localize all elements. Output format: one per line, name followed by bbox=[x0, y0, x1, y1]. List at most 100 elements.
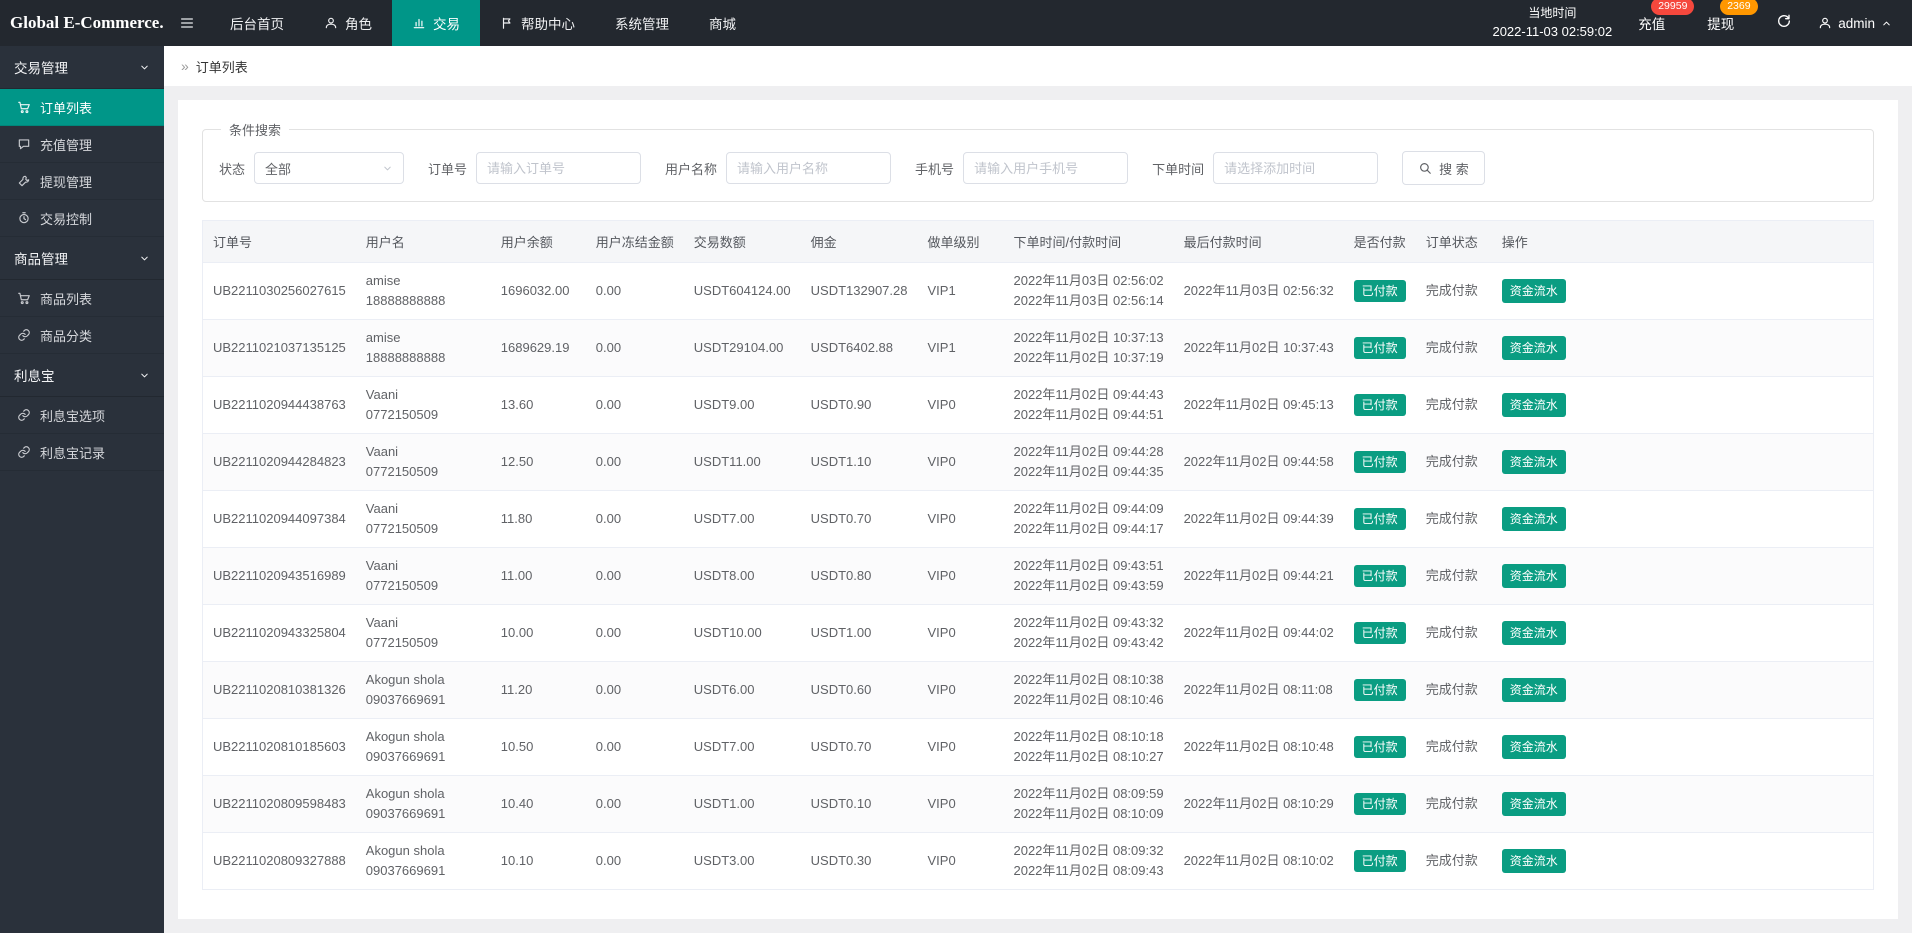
menu-toggle-button[interactable] bbox=[164, 0, 210, 46]
person-icon bbox=[1818, 16, 1832, 30]
cell-status: 完成付款 bbox=[1415, 376, 1492, 434]
cell-order-no: UB2211020943325804 bbox=[202, 604, 356, 662]
fund-flow-button[interactable]: 资金流水 bbox=[1501, 335, 1566, 361]
nav-item-trade[interactable]: 交易 bbox=[392, 0, 480, 46]
column-header-10: 订单状态 bbox=[1415, 220, 1492, 263]
refresh-button[interactable] bbox=[1776, 13, 1792, 34]
username-input[interactable] bbox=[726, 152, 892, 184]
cell-status: 完成付款 bbox=[1415, 718, 1492, 776]
column-header-11: 操作 bbox=[1491, 220, 1874, 263]
user-phone: 18888888888 bbox=[365, 350, 446, 365]
fund-flow-button[interactable]: 资金流水 bbox=[1501, 791, 1566, 817]
sidebar-item-product-category[interactable]: 商品分类 bbox=[0, 317, 164, 354]
breadcrumb: » 订单列表 bbox=[164, 46, 1912, 86]
user-name: Akogun shola bbox=[365, 729, 445, 744]
table-row: UB2211020943325804 Vaani 0772150509 10.0… bbox=[202, 604, 1874, 662]
fund-flow-button[interactable]: 资金流水 bbox=[1501, 449, 1566, 475]
fund-flow-button[interactable]: 资金流水 bbox=[1501, 677, 1566, 703]
fund-flow-button[interactable]: 资金流水 bbox=[1501, 848, 1566, 874]
sidebar-group-trade-management[interactable]: 交易管理 bbox=[0, 46, 164, 89]
fund-flow-button[interactable]: 资金流水 bbox=[1501, 392, 1566, 418]
nav-item-roles[interactable]: 角色 bbox=[304, 0, 392, 46]
pay-time: 2022年11月03日 02:56:14 bbox=[1013, 293, 1164, 308]
search-button[interactable]: 搜 索 bbox=[1402, 151, 1485, 185]
sidebar-item-product-list[interactable]: 商品列表 bbox=[0, 280, 164, 317]
sidebar-item-recharge-management[interactable]: 充值管理 bbox=[0, 126, 164, 163]
nav-item-system[interactable]: 系统管理 bbox=[595, 0, 689, 46]
sidebar-group-interest-treasure[interactable]: 利息宝 bbox=[0, 354, 164, 397]
cell-status: 完成付款 bbox=[1415, 547, 1492, 605]
nav-item-label: 角色 bbox=[345, 17, 372, 32]
cell-commission: USDT0.70 bbox=[800, 718, 918, 776]
cell-commission: USDT0.80 bbox=[800, 547, 918, 605]
cell-action: 资金流水 bbox=[1491, 661, 1874, 719]
cell-status: 完成付款 bbox=[1415, 604, 1492, 662]
cell-last-pay-time: 2022年11月02日 09:44:39 bbox=[1173, 490, 1344, 548]
fund-flow-button[interactable]: 资金流水 bbox=[1501, 563, 1566, 589]
cell-paid: 已付款 bbox=[1343, 604, 1416, 662]
recharge-label: 充值 bbox=[1638, 17, 1666, 32]
cell-amount: USDT9.00 bbox=[683, 376, 801, 434]
column-header-8: 最后付款时间 bbox=[1173, 220, 1344, 263]
cell-paid: 已付款 bbox=[1343, 490, 1416, 548]
sidebar-group-label: 利息宝 bbox=[14, 369, 55, 384]
cell-order-pay-time: 2022年11月02日 09:44:43 2022年11月02日 09:44:5… bbox=[1003, 376, 1174, 434]
recharge-link[interactable]: 充值 29959 bbox=[1638, 0, 1695, 33]
table-row: UB2211020943516989 Vaani 0772150509 11.0… bbox=[202, 547, 1874, 605]
link-icon bbox=[17, 445, 31, 459]
nav-item-dashboard[interactable]: 后台首页 bbox=[210, 0, 304, 46]
order-time-input[interactable] bbox=[1213, 152, 1379, 184]
cell-user: Vaani 0772150509 bbox=[355, 547, 491, 605]
order-time-filter: 下单时间 bbox=[1152, 152, 1379, 184]
sidebar-item-interest-options[interactable]: 利息宝选项 bbox=[0, 397, 164, 434]
chevron-down-icon bbox=[382, 163, 393, 174]
fund-flow-button[interactable]: 资金流水 bbox=[1501, 734, 1566, 760]
fund-flow-button[interactable]: 资金流水 bbox=[1501, 620, 1566, 646]
cell-commission: USDT132907.28 bbox=[800, 262, 918, 320]
column-header-6: 做单级别 bbox=[917, 220, 1004, 263]
paid-badge: 已付款 bbox=[1353, 564, 1406, 588]
cell-user: amise 18888888888 bbox=[355, 262, 491, 320]
user-name: Vaani bbox=[365, 558, 399, 573]
order-time: 2022年11月02日 09:44:28 bbox=[1013, 444, 1164, 459]
cell-balance: 1696032.00 bbox=[490, 262, 586, 320]
phone-input[interactable] bbox=[963, 152, 1129, 184]
withdraw-link[interactable]: 提现 2369 bbox=[1707, 0, 1758, 33]
pay-time: 2022年11月02日 08:10:46 bbox=[1013, 692, 1164, 707]
cell-amount: USDT6.00 bbox=[683, 661, 801, 719]
cell-frozen: 0.00 bbox=[585, 490, 684, 548]
cell-order-pay-time: 2022年11月02日 10:37:13 2022年11月02日 10:37:1… bbox=[1003, 319, 1174, 377]
sidebar-item-trade-control[interactable]: 交易控制 bbox=[0, 200, 164, 237]
sidebar-item-interest-records[interactable]: 利息宝记录 bbox=[0, 434, 164, 471]
sidebar-item-withdraw-management[interactable]: 提现管理 bbox=[0, 163, 164, 200]
cell-balance: 11.00 bbox=[490, 547, 586, 605]
cell-amount: USDT8.00 bbox=[683, 547, 801, 605]
user-name: Vaani bbox=[365, 501, 399, 516]
cell-level: VIP0 bbox=[917, 433, 1004, 491]
fund-flow-button[interactable]: 资金流水 bbox=[1501, 278, 1566, 304]
nav-item-help-center[interactable]: 帮助中心 bbox=[480, 0, 595, 46]
sidebar-item-label: 利息宝记录 bbox=[40, 445, 106, 461]
cell-order-pay-time: 2022年11月02日 09:43:51 2022年11月02日 09:43:5… bbox=[1003, 547, 1174, 605]
status-select[interactable]: 全部 bbox=[254, 152, 405, 184]
paid-badge: 已付款 bbox=[1353, 621, 1406, 645]
order-no-input[interactable] bbox=[476, 152, 642, 184]
cell-paid: 已付款 bbox=[1343, 376, 1416, 434]
paid-badge: 已付款 bbox=[1353, 279, 1406, 303]
cell-user: Akogun shola 09037669691 bbox=[355, 661, 491, 719]
user-phone: 18888888888 bbox=[365, 293, 446, 308]
search-button-label: 搜 索 bbox=[1439, 161, 1469, 177]
sidebar-group-product-management[interactable]: 商品管理 bbox=[0, 237, 164, 280]
cell-order-no: UB2211020944284823 bbox=[202, 433, 356, 491]
nav-item-mall[interactable]: 商城 bbox=[689, 0, 756, 46]
column-header-3: 用户冻结金额 bbox=[585, 220, 684, 263]
sidebar-item-label: 提现管理 bbox=[40, 174, 93, 190]
pay-time: 2022年11月02日 09:43:59 bbox=[1013, 578, 1164, 593]
cell-amount: USDT11.00 bbox=[683, 433, 801, 491]
user-menu[interactable]: admin bbox=[1818, 16, 1892, 31]
sidebar-item-label: 商品列表 bbox=[40, 291, 93, 307]
cell-commission: USDT1.10 bbox=[800, 433, 918, 491]
fund-flow-button[interactable]: 资金流水 bbox=[1501, 506, 1566, 532]
sidebar-item-order-list[interactable]: 订单列表 bbox=[0, 89, 164, 126]
cell-order-pay-time: 2022年11月02日 09:43:32 2022年11月02日 09:43:4… bbox=[1003, 604, 1174, 662]
